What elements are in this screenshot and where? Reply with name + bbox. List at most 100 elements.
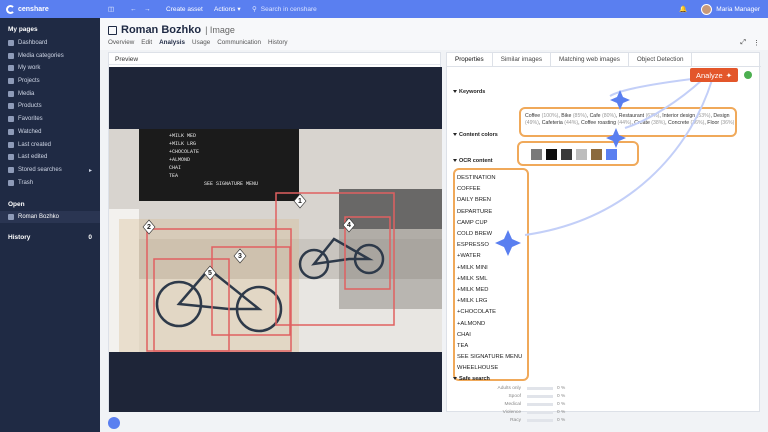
sidebar-item-label: Projects	[18, 78, 40, 84]
tab-analysis[interactable]: Analysis	[159, 39, 185, 46]
more-icon[interactable]: ⋮	[753, 39, 760, 47]
preview-stage: +MILK MED +MILK LRG +CHOCOLATE +ALMOND CHA…	[109, 67, 442, 412]
brand-logo[interactable]: censhare	[6, 3, 49, 15]
user-menu[interactable]: 🔔 Maria Manager	[679, 2, 760, 16]
sidebar-toggle-icon[interactable]: ◫	[108, 0, 114, 18]
asset-tabs: Overview Edit Analysis Usage Communicati…	[108, 39, 288, 46]
safe-search-section-header[interactable]: Safe search	[453, 376, 490, 382]
expand-icon[interactable]: ⤢	[740, 39, 746, 47]
history-heading[interactable]: History 0	[8, 234, 92, 241]
properties-panel: Properties Similar images Matching web i…	[446, 52, 761, 423]
safe-search-label: Medical	[504, 402, 521, 407]
safe-search-row: Medical 0 %	[453, 402, 565, 407]
search-icon: ⚲	[252, 6, 257, 13]
preview-label: Preview	[109, 53, 440, 65]
ocr-item: CAMP CUP	[457, 219, 488, 226]
sidebar-item-media-categories[interactable]: Media categories	[8, 50, 64, 62]
chevron-down-icon: ▾	[237, 6, 241, 13]
box-label-5: 5	[208, 270, 212, 277]
tab-similar-images[interactable]: Similar images	[493, 53, 551, 66]
chevron-right-icon: ▸	[88, 167, 92, 174]
keyword: Create (38%),	[634, 120, 669, 126]
settings-icon[interactable]	[108, 417, 120, 429]
ocr-section-header[interactable]: OCR content	[453, 158, 493, 164]
sidebar-item-my-work[interactable]: My work	[8, 62, 40, 74]
search-input[interactable]: ⚲ Search in censhare	[252, 3, 422, 15]
tab-communication[interactable]: Communication	[217, 39, 261, 46]
sidebar-item-last-edited[interactable]: Last edited	[8, 151, 47, 163]
sidebar-item-favorites[interactable]: Favorites	[8, 113, 43, 125]
actions-menu[interactable]: Actions ▾	[214, 0, 241, 18]
sidebar-item-trash[interactable]: Trash	[8, 177, 33, 189]
tab-history[interactable]: History	[268, 39, 288, 46]
success-check-icon	[744, 71, 752, 79]
content-colors-label: Content colors	[459, 132, 498, 138]
my-pages-heading: My pages	[8, 26, 38, 33]
safe-search-pct: 0 %	[557, 386, 566, 391]
sidebar-item-label: Media	[18, 91, 35, 97]
sidebar-item-media[interactable]: Media	[8, 88, 34, 100]
ocr-item: +MILK LRG	[457, 298, 488, 305]
keyword: Coffee roasting (44%),	[580, 120, 635, 126]
ocr-label: OCR content	[459, 158, 493, 164]
eye-icon	[8, 129, 14, 135]
sidebar-item-projects[interactable]: Projects	[8, 75, 40, 87]
safe-search-label: Racy	[510, 418, 521, 423]
tab-matching-web-images[interactable]: Matching web images	[551, 53, 629, 66]
ocr-item: WHEELHOUSE	[457, 365, 499, 372]
safe-search-bar	[527, 411, 553, 414]
sidebar-item-label: Roman Bozhko	[18, 214, 60, 220]
content-colors-section-header[interactable]: Content colors	[453, 132, 498, 138]
safe-search-label: Spoof	[508, 394, 521, 399]
keywords-section-header[interactable]: Keywords	[453, 89, 485, 95]
sidebar-item-label: Favorites	[18, 116, 43, 122]
analyze-button[interactable]: Analyze ✦	[690, 68, 738, 82]
create-asset-button[interactable]: Create asset	[166, 0, 203, 18]
svg-text:SEE SIGNATURE MENU: SEE SIGNATURE MENU	[204, 181, 258, 187]
box-label-4: 4	[347, 222, 351, 229]
tab-usage[interactable]: Usage	[192, 39, 210, 46]
clock-icon	[8, 142, 14, 148]
history-count: 0	[88, 234, 92, 241]
sidebar-item-products[interactable]: Products	[8, 100, 42, 112]
ocr-item: CHAI	[457, 331, 471, 338]
sidebar-item-dashboard[interactable]: Dashboard	[8, 37, 47, 49]
caret-down-icon	[453, 90, 457, 93]
tab-object-detection[interactable]: Object Detection	[629, 53, 693, 66]
forward-icon[interactable]: →	[144, 0, 151, 18]
keyword: Floor (36%)	[707, 120, 735, 126]
tab-edit[interactable]: Edit	[141, 39, 152, 46]
safe-search-bar	[527, 403, 553, 406]
category-icon	[8, 53, 14, 59]
sidebar-item-watched[interactable]: Watched	[8, 126, 41, 138]
media-icon	[8, 91, 14, 97]
keywords-label: Keywords	[459, 89, 486, 95]
notification-bell-icon[interactable]: 🔔	[679, 5, 687, 13]
asset-header: Roman Bozhko | Image Overview Edit Analys…	[100, 18, 768, 50]
asset-type-label: Image	[209, 25, 235, 35]
tab-overview[interactable]: Overview	[108, 39, 134, 46]
color-swatch	[576, 149, 587, 160]
heart-icon	[8, 116, 14, 122]
search-placeholder: Search in censhare	[260, 5, 317, 13]
keyword: Bike (85%),	[561, 113, 590, 119]
tab-properties[interactable]: Properties	[447, 53, 493, 66]
header-controls: ⤢ ⋮	[740, 39, 760, 47]
image-preview[interactable]: +MILK MED +MILK LRG +CHOCOLATE +ALMOND CHA…	[109, 129, 442, 352]
sidebar-item-last-created[interactable]: Last created	[8, 139, 51, 151]
ocr-item: +MILK MED	[457, 287, 489, 293]
box-label-1: 1	[298, 198, 302, 205]
caret-down-icon	[453, 159, 457, 162]
trash-icon	[8, 180, 14, 186]
sidebar-item-stored-searches[interactable]: Stored searches ▸	[8, 164, 92, 176]
keyword: Cafe (80%),	[589, 113, 619, 119]
actions-label: Actions	[214, 5, 236, 13]
ocr-item: COLD BREW	[457, 231, 493, 237]
svg-text:TEA: TEA	[169, 173, 178, 179]
brand-name: censhare	[18, 5, 49, 13]
back-icon[interactable]: ←	[130, 0, 137, 18]
sidebar-open-item[interactable]: Roman Bozhko	[0, 211, 100, 223]
safe-search-row: Racy 0 %	[453, 418, 565, 423]
sidebar-item-label: Dashboard	[18, 40, 48, 46]
safe-search-row: Adults only 0 %	[453, 386, 566, 391]
